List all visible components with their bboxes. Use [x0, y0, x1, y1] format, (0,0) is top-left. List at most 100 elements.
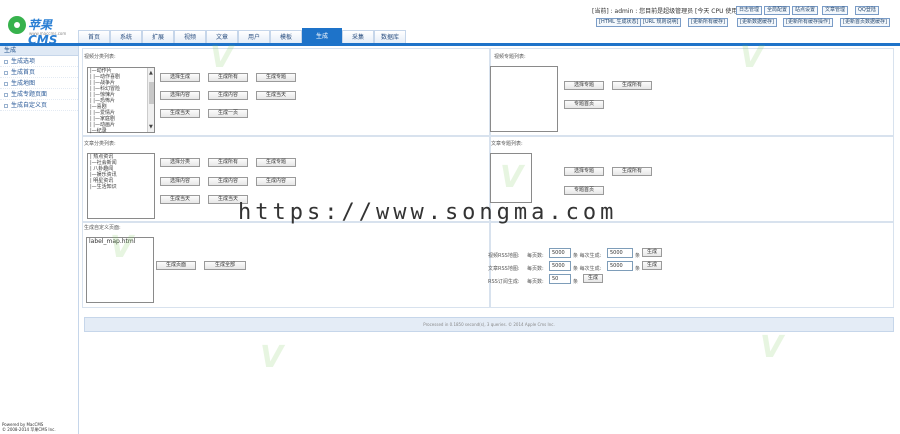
sidebar-item-options[interactable]: 生成选项 — [0, 56, 78, 67]
status-link-4[interactable]: [更新所有缓存操作] — [783, 18, 833, 27]
tab-system[interactable]: 系统 — [110, 30, 142, 44]
scroll-thumb[interactable] — [149, 82, 154, 104]
tab-user[interactable]: 用户 — [238, 30, 270, 44]
video-category-label: 视频分类列表: — [84, 54, 116, 60]
article-topic-all-button[interactable]: 生成所有 — [612, 167, 652, 176]
watermark-url: https://www.songma.com — [238, 200, 618, 225]
bullet-icon — [4, 59, 8, 64]
video-generate-topic-button[interactable]: 生成专题 — [256, 73, 296, 82]
article-category-list[interactable]: | 热点资讯 |—社会新闻 | 八卦趣闻 |—娱乐资讯 | 明星资讯 |—生活知… — [87, 153, 155, 219]
article-select-category-button[interactable]: 选择分类 — [160, 158, 200, 167]
tab-collect[interactable]: 采集 — [342, 30, 374, 44]
top-button-2[interactable]: 站点设置 — [792, 6, 819, 15]
top-button-3[interactable]: 文章管理 — [822, 6, 849, 15]
status-link-0[interactable]: [HTML 生成状态] — [596, 18, 642, 27]
watermark-logo: V — [260, 340, 284, 375]
article-generate-topic-button[interactable]: 生成专题 — [256, 158, 296, 167]
scroll-up-icon[interactable]: ▲ — [149, 70, 153, 76]
copyright-line: © 2008-2014 苹果CMS Inc. — [2, 427, 56, 432]
rss-label: RSS订阅生成: — [488, 279, 520, 285]
status-link-2[interactable]: [更新所有缓存] — [688, 18, 728, 27]
sidebar: 生成 生成选项 生成首页 生成地图 生成专题页面 生成自定义页 Powered … — [0, 46, 79, 434]
header: 苹果CMS www.maccms.com [当前] : admin : 您目前是… — [0, 0, 900, 47]
article-topic-label: 文章专题列表: — [491, 141, 523, 147]
video-generate-today-button[interactable]: 生成当天 — [256, 91, 296, 100]
bullet-icon — [4, 81, 8, 86]
article-category-label: 文章分类列表: — [84, 141, 116, 147]
bullet-icon — [4, 92, 8, 97]
logo: 苹果CMS www.maccms.com — [8, 14, 78, 47]
status-link-3[interactable]: [更新数据缓存] — [737, 18, 777, 27]
watermark-logo: V — [500, 160, 524, 195]
list-item[interactable]: |—生活知识 — [88, 184, 154, 190]
article-map-suffix: 条 — [635, 266, 641, 272]
video-map-pre: 每页数: — [527, 253, 544, 259]
tab-generate[interactable]: 生成 — [302, 28, 342, 44]
scroll-down-icon[interactable]: ▼ — [149, 124, 153, 130]
scrollbar[interactable]: ▲ ▼ — [147, 68, 154, 132]
generate-all-pages-button[interactable]: 生成全部 — [204, 261, 246, 270]
article-select-content-button[interactable]: 选择内容 — [160, 177, 200, 186]
video-select-content-button[interactable]: 选择内容 — [160, 91, 200, 100]
article-generate-all-button[interactable]: 生成所有 — [208, 158, 248, 167]
watermark-logo: V — [740, 40, 764, 75]
article-generate-content-button[interactable]: 生成内容 — [208, 177, 248, 186]
sidebar-item-custom[interactable]: 生成自定义页 — [0, 100, 78, 111]
article-topic-home-button[interactable]: 专题首页 — [564, 186, 604, 195]
tab-video[interactable]: 视频 — [174, 30, 206, 44]
video-generate-page-button[interactable]: 生成一页 — [208, 109, 248, 118]
rss-pagesize-input[interactable]: 50 — [549, 274, 571, 284]
video-select-generate-button[interactable]: 选择生成 — [160, 73, 200, 82]
status-link-5[interactable]: [更新首页数据缓存] — [840, 18, 890, 27]
sidebar-item-label: 生成选项 — [11, 58, 36, 65]
generate-page-button[interactable]: 生成页面 — [156, 261, 196, 270]
bullet-icon — [4, 103, 8, 108]
article-map-generate-button[interactable]: 生成 — [642, 261, 662, 270]
rss-pre: 每页数: — [527, 279, 544, 285]
sidebar-item-label: 生成自定义页 — [11, 102, 48, 109]
status-link-1[interactable]: [URL 规则说明] — [640, 18, 682, 27]
top-button-1[interactable]: 全局配置 — [764, 6, 791, 15]
sidebar-head: 生成 — [0, 46, 78, 56]
tab-database[interactable]: 数据库 — [374, 30, 406, 44]
article-map-label: 文章RSS地图: — [488, 266, 520, 272]
watermark-logo: V — [760, 330, 784, 365]
article-select-topic-button[interactable]: 选择专题 — [564, 167, 604, 176]
article-map-pagesize-input[interactable]: 5000 — [549, 261, 571, 271]
powered-by: Powered by MacCMS © 2008-2014 苹果CMS Inc. — [2, 422, 56, 432]
article-map-batch-input[interactable]: 5000 — [607, 261, 633, 271]
watermark-logo: V — [210, 40, 234, 75]
article-map-pre: 每页数: — [527, 266, 544, 272]
qq-login-button[interactable]: QQ登陆 — [855, 6, 879, 15]
sidebar-item-label: 生成首页 — [11, 69, 36, 76]
sidebar-item-label: 生成地图 — [11, 80, 36, 87]
rss-generate-button[interactable]: 生成 — [583, 274, 603, 283]
tab-home[interactable]: 首页 — [78, 30, 110, 44]
article-map-mid: 条 每次生成: — [573, 266, 602, 272]
watermark-logo: V — [110, 230, 134, 265]
video-map-pagesize-input[interactable]: 5000 — [549, 248, 571, 258]
video-map-suffix: 条 — [635, 253, 641, 259]
video-topic-home-button[interactable]: 专题首页 — [564, 100, 604, 109]
sidebar-item-map[interactable]: 生成地图 — [0, 78, 78, 89]
tab-extend[interactable]: 扩展 — [142, 30, 174, 44]
video-topic-list[interactable] — [490, 66, 558, 132]
video-select-topic-button[interactable]: 选择专题 — [564, 81, 604, 90]
list-item[interactable]: |—纪录 — [88, 128, 154, 134]
video-map-generate-button[interactable]: 生成 — [642, 248, 662, 257]
video-generate-today-2-button[interactable]: 生成当天 — [160, 109, 200, 118]
tab-template[interactable]: 模板 — [270, 30, 302, 44]
sidebar-item-home[interactable]: 生成首页 — [0, 67, 78, 78]
video-map-batch-input[interactable]: 5000 — [607, 248, 633, 258]
sidebar-item-topic[interactable]: 生成专题页面 — [0, 89, 78, 100]
video-generate-content-button[interactable]: 生成内容 — [208, 91, 248, 100]
top-button-0[interactable]: 日志管理 — [736, 6, 763, 15]
video-category-list[interactable]: |—动作片 | |—动作喜剧 | |—战争片 | |—科幻冒险 | |—惊悚片 … — [87, 67, 155, 134]
article-generate-today-button[interactable]: 生成当天 — [160, 195, 200, 204]
nav-underline — [0, 43, 900, 46]
logo-subtitle: www.maccms.com — [29, 31, 67, 36]
video-topic-all-button[interactable]: 生成所有 — [612, 81, 652, 90]
logo-mark-icon — [8, 16, 26, 34]
user-info: [当前] : admin : 您目前是超级管理员 [今天 CPU 使用率] — [592, 8, 746, 15]
article-generate-content-2-button[interactable]: 生成内容 — [256, 177, 296, 186]
